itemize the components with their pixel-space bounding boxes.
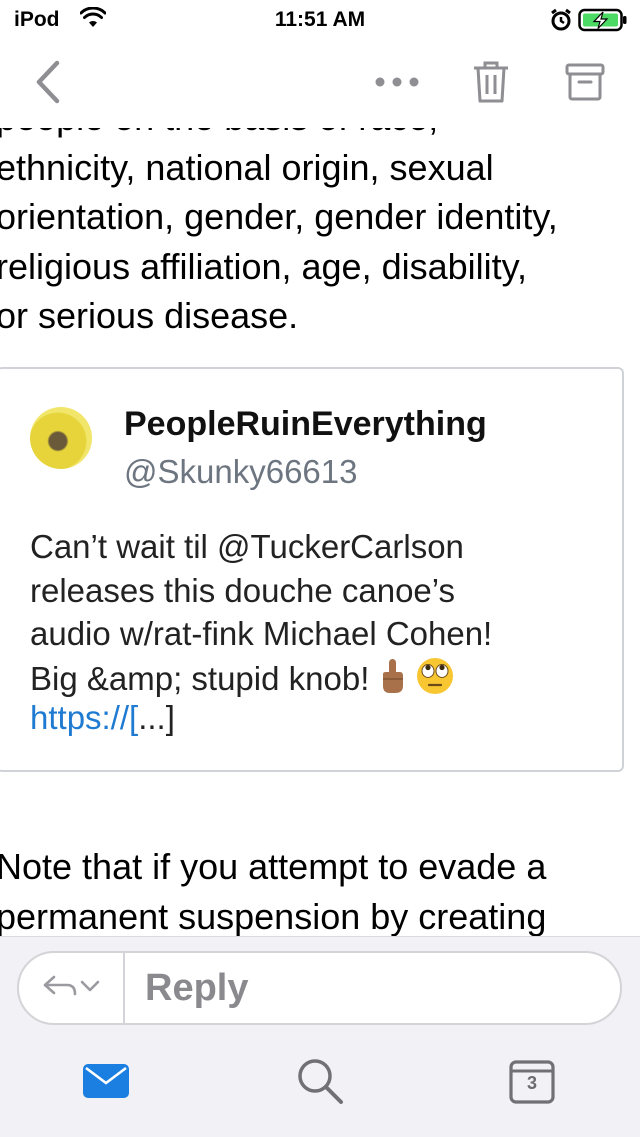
tweet-author-name[interactable]: PeopleRuinEverything — [124, 405, 487, 444]
embedded-tweet-card[interactable]: PeopleRuinEverything @Skunky66613 Can’t … — [0, 367, 624, 772]
more-icon — [374, 75, 420, 93]
reply-label[interactable]: Reply — [145, 967, 248, 1010]
tab-mail[interactable] — [76, 1057, 136, 1109]
tweet-link[interactable]: https://[...] — [30, 699, 175, 737]
back-chevron-icon — [33, 59, 63, 110]
bottom-bar: Reply 3 — [0, 936, 640, 1137]
text-line: or serious disease. — [0, 295, 299, 336]
message-text-bottom: Note that if you attempt to evade a perm… — [0, 842, 546, 936]
mail-toolbar — [0, 40, 640, 128]
calendar-day-number: 3 — [526, 1073, 537, 1093]
avatar[interactable] — [30, 407, 92, 469]
archive-button[interactable] — [560, 60, 610, 108]
status-bar: iPod 11:51 AM — [0, 0, 640, 40]
reply-options-button[interactable] — [19, 953, 125, 1023]
text-line: permanent suspension by creating — [0, 895, 547, 937]
chevron-down-icon — [79, 979, 101, 998]
mail-icon — [82, 1063, 130, 1104]
text-line: orientation, gender, gender identity, — [0, 196, 558, 237]
tweet-link-url[interactable]: https://[ — [30, 699, 138, 736]
tweet-link-suffix: ...] — [138, 699, 175, 736]
message-body: people on the basis of race, ethnicity, … — [0, 128, 640, 936]
tab-search[interactable] — [290, 1057, 350, 1109]
tweet-author-handle[interactable]: @Skunky66613 — [124, 453, 357, 491]
message-text-top: people on the basis of race, ethnicity, … — [0, 128, 558, 341]
reply-field[interactable]: Reply — [17, 951, 622, 1025]
trash-button[interactable] — [466, 60, 516, 108]
back-button[interactable] — [26, 60, 70, 108]
tweet-text: Can’t wait til @TuckerCarlson releases t… — [30, 525, 610, 706]
reply-arrow-icon — [41, 971, 79, 1006]
trash-icon — [472, 60, 510, 109]
text-line: religious affiliation, age, disability, — [0, 245, 527, 287]
text-line: ethnicity, national origin, sexual — [0, 146, 494, 188]
text-line: people on the basis of race, — [0, 128, 558, 143]
more-button[interactable] — [368, 60, 426, 108]
search-icon — [295, 1056, 345, 1111]
eye-roll-emoji — [415, 656, 455, 707]
text-line: Note that if you attempt to evade a — [0, 846, 547, 887]
archive-icon — [565, 62, 605, 107]
tab-calendar[interactable]: 3 — [502, 1057, 562, 1109]
middle-finger-emoji — [377, 658, 407, 707]
alarm-icon — [550, 8, 572, 37]
battery-charging-icon — [578, 8, 628, 37]
clock-time: 11:51 AM — [274, 8, 366, 31]
